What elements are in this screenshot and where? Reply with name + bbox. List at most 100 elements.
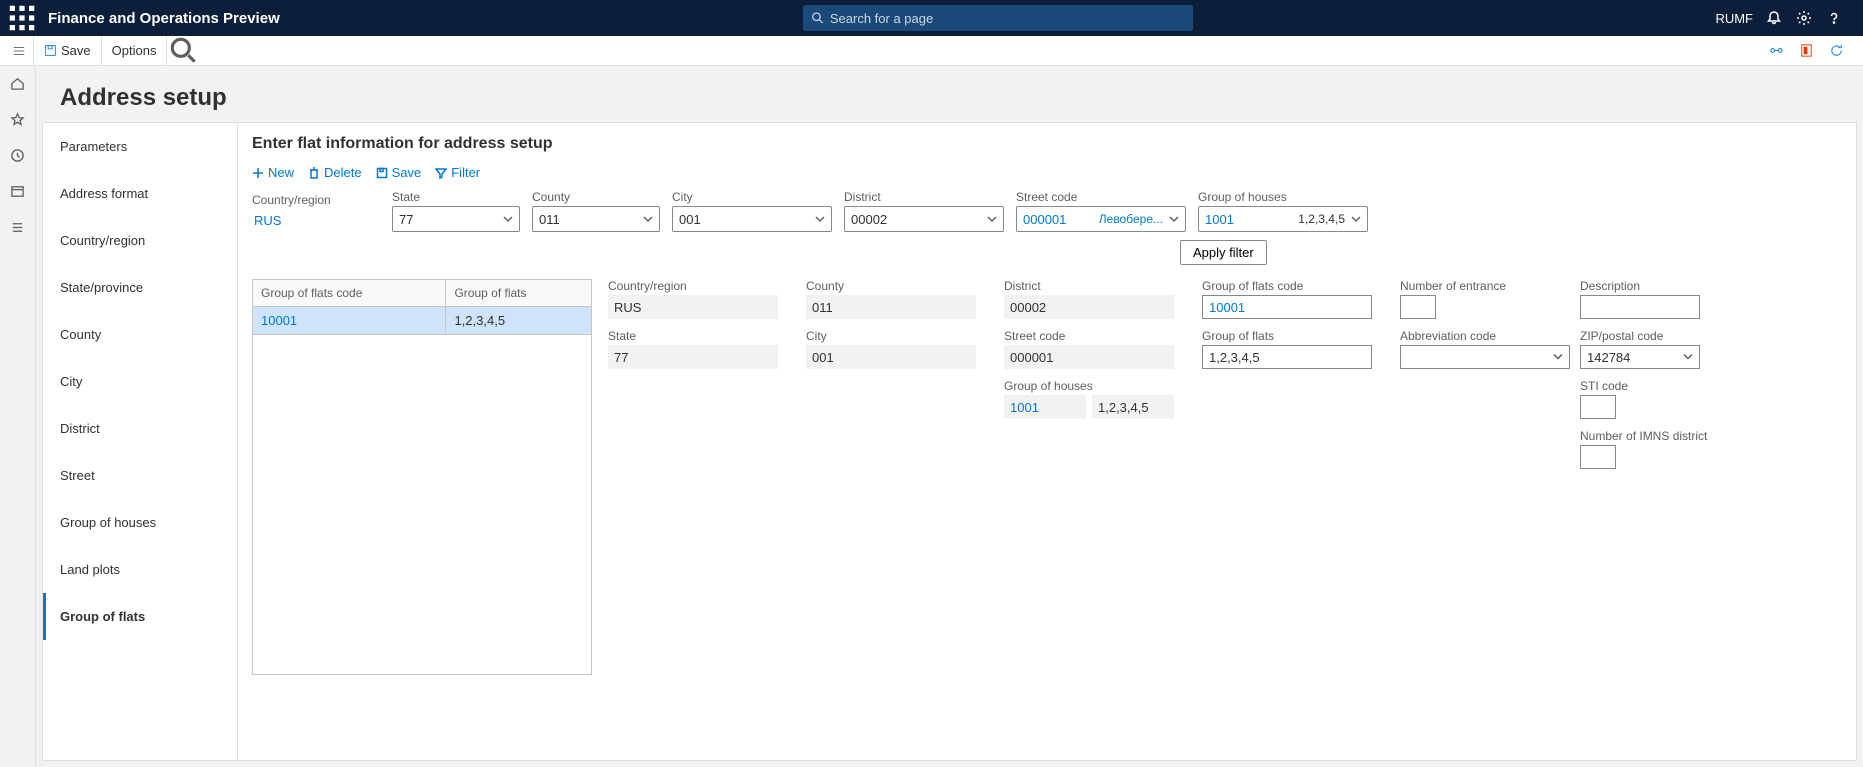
district-label: District (844, 190, 1004, 204)
user-id[interactable]: RUMF (1715, 11, 1753, 26)
office-icon[interactable] (1797, 42, 1815, 60)
county-label: County (532, 190, 660, 204)
d-sti-label: STI code (1580, 379, 1707, 393)
app-launcher-icon[interactable] (8, 4, 36, 32)
section-save-button[interactable]: Save (376, 165, 422, 180)
country-region-label: Country/region (252, 193, 380, 207)
nav-toggle-icon[interactable] (4, 36, 34, 66)
d-abbr-input[interactable] (1400, 345, 1570, 369)
street-code-label: Street code (1016, 190, 1186, 204)
trash-icon (308, 167, 320, 179)
group-of-houses-value: 1001 (1205, 212, 1294, 227)
tab-city[interactable]: City (43, 358, 237, 405)
recent-icon[interactable] (9, 146, 27, 164)
street-code-select[interactable]: 000001Левобере... (1016, 206, 1186, 232)
workspaces-icon[interactable] (9, 182, 27, 200)
d-goh-label: Group of houses (1004, 379, 1174, 393)
tab-county[interactable]: County (43, 311, 237, 358)
tab-address-format[interactable]: Address format (43, 170, 237, 217)
delete-button-label: Delete (324, 165, 362, 180)
d-country-label: Country/region (608, 279, 778, 293)
tab-group-of-houses[interactable]: Group of houses (43, 499, 237, 546)
d-desc-label: Description (1580, 279, 1707, 293)
apply-filter-button[interactable]: Apply filter (1180, 240, 1267, 265)
detail-form: Country/regionRUS County011 District0000… (608, 279, 1570, 419)
city-label: City (672, 190, 832, 204)
tab-street[interactable]: Street (43, 452, 237, 499)
new-button[interactable]: New (252, 165, 294, 180)
action-search-icon[interactable] (167, 36, 201, 66)
d-entrance-label: Number of entrance (1400, 279, 1570, 293)
county-select[interactable]: 011 (532, 206, 660, 232)
action-bar: Save Options (0, 36, 1863, 66)
tab-group-of-flats[interactable]: Group of flats (43, 593, 237, 640)
d-zip-label: ZIP/postal code (1580, 329, 1707, 343)
help-icon[interactable] (1825, 9, 1843, 27)
d-sti-input[interactable] (1580, 395, 1616, 419)
delete-button[interactable]: Delete (308, 165, 362, 180)
grid-col-code[interactable]: Group of flats code (253, 280, 446, 307)
d-county-label: County (806, 279, 976, 293)
favorites-icon[interactable] (9, 110, 27, 128)
country-region-link[interactable]: RUS (252, 209, 380, 232)
save-button[interactable]: Save (34, 36, 102, 66)
d-zip-value: 142784 (1587, 350, 1630, 365)
options-button[interactable]: Options (102, 36, 168, 66)
top-bar: Finance and Operations Preview RUMF (0, 0, 1863, 36)
options-button-label: Options (112, 43, 157, 58)
global-search[interactable] (803, 5, 1193, 31)
grid-cell-code[interactable]: 10001 (253, 307, 446, 335)
connector-icon[interactable] (1767, 42, 1785, 60)
chevron-down-icon (815, 212, 825, 227)
filter-button-label: Filter (451, 165, 480, 180)
save-icon (44, 44, 57, 57)
group-of-houses-label: Group of houses (1198, 190, 1368, 204)
d-street-value: 000001 (1004, 345, 1174, 369)
notifications-icon[interactable] (1765, 9, 1783, 27)
filter-icon (435, 167, 447, 179)
d-city-label: City (806, 329, 976, 343)
modules-icon[interactable] (9, 218, 27, 236)
chevron-down-icon (1351, 212, 1361, 227)
tab-district[interactable]: District (43, 405, 237, 452)
chevron-down-icon (1169, 212, 1179, 227)
chevron-down-icon (1683, 350, 1693, 365)
district-select[interactable]: 00002 (844, 206, 1004, 232)
city-select[interactable]: 001 (672, 206, 832, 232)
tab-country-region[interactable]: Country/region (43, 217, 237, 264)
grid-cell-flats: 1,2,3,4,5 (446, 307, 592, 335)
plus-icon (252, 167, 264, 179)
global-search-input[interactable] (830, 11, 1185, 26)
home-icon[interactable] (9, 74, 27, 92)
d-abbr-label: Abbreviation code (1400, 329, 1570, 343)
group-of-flats-grid: Group of flats code Group of flats 10001… (252, 279, 592, 675)
grid-empty-space (253, 335, 592, 675)
d-gof-label: Group of flats (1202, 329, 1372, 343)
d-gofc-input[interactable]: 10001 (1202, 295, 1372, 319)
street-code-value: 000001 (1023, 212, 1095, 227)
d-imns-label: Number of IMNS district (1580, 429, 1707, 443)
tab-state-province[interactable]: State/province (43, 264, 237, 311)
d-imns-input[interactable] (1580, 445, 1616, 469)
d-district-value: 00002 (1004, 295, 1174, 319)
new-button-label: New (268, 165, 294, 180)
filter-button[interactable]: Filter (435, 165, 480, 180)
grid-col-flats[interactable]: Group of flats (446, 280, 592, 307)
county-value: 011 (539, 212, 637, 227)
group-of-houses-select[interactable]: 10011,2,3,4,5 (1198, 206, 1368, 232)
refresh-icon[interactable] (1827, 42, 1845, 60)
d-zip-input[interactable]: 142784 (1580, 345, 1700, 369)
d-state-value: 77 (608, 345, 778, 369)
d-gof-input[interactable]: 1,2,3,4,5 (1202, 345, 1372, 369)
tab-parameters[interactable]: Parameters (43, 123, 237, 170)
d-entrance-input[interactable] (1400, 295, 1436, 319)
d-desc-input[interactable] (1580, 295, 1700, 319)
save-icon (376, 167, 388, 179)
settings-icon[interactable] (1795, 9, 1813, 27)
d-goh-value[interactable]: 1001 (1004, 395, 1086, 419)
d-district-label: District (1004, 279, 1174, 293)
table-row[interactable]: 10001 1,2,3,4,5 (253, 307, 592, 335)
page-title: Address setup (36, 66, 1863, 122)
state-select[interactable]: 77 (392, 206, 520, 232)
tab-land-plots[interactable]: Land plots (43, 546, 237, 593)
